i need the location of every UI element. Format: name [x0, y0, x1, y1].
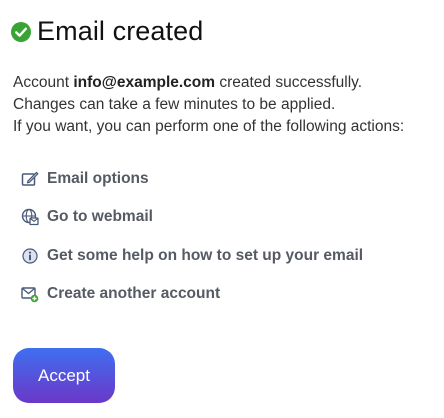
title-row: Email created: [11, 16, 203, 47]
webmail-globe-icon: [21, 209, 39, 226]
accept-button[interactable]: Accept: [13, 348, 115, 403]
message-suffix: created successfully.: [215, 74, 363, 91]
actions-list: Email options Go to webmail Get some hel…: [21, 166, 363, 319]
action-create-another-account[interactable]: Create another account: [21, 281, 363, 307]
action-setup-help[interactable]: Get some help on how to set up your emai…: [21, 243, 363, 269]
action-label: Go to webmail: [47, 208, 153, 226]
add-email-icon: [21, 287, 39, 303]
page-title: Email created: [37, 16, 204, 46]
success-message: Account info@example.com created success…: [13, 72, 404, 138]
check-circle-icon: [11, 21, 31, 42]
action-email-options[interactable]: Email options: [21, 166, 363, 192]
message-line-1: Account info@example.com created success…: [13, 72, 404, 94]
edit-icon: [21, 171, 39, 186]
action-label: Email options: [47, 170, 149, 187]
email-created-dialog: Email created Account info@example.com c…: [0, 0, 444, 418]
action-label: Get some help on how to set up your emai…: [47, 246, 364, 264]
action-label: Create another account: [47, 284, 221, 302]
message-line-3: If you want, you can perform one of the …: [13, 118, 405, 135]
action-go-to-webmail[interactable]: Go to webmail: [21, 204, 363, 230]
message-prefix: Account: [13, 74, 74, 91]
account-address: info@example.com: [73, 74, 216, 91]
info-icon: [22, 247, 38, 264]
message-line-2: Changes can take a few minutes to be app…: [13, 96, 336, 113]
